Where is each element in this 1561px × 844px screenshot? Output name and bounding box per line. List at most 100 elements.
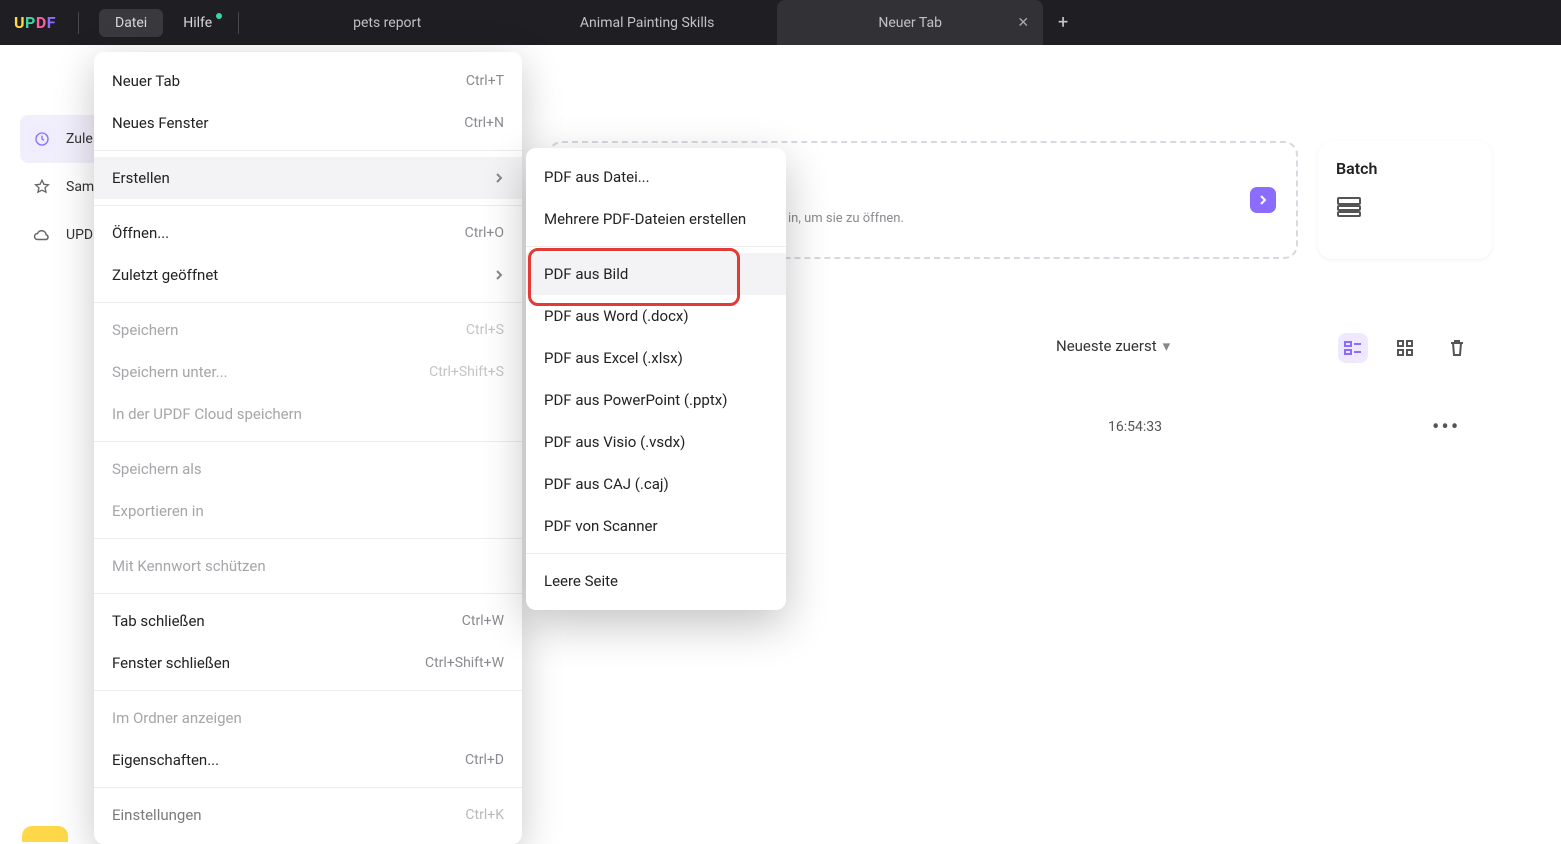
submenu-item-blank[interactable]: Leere Seite	[526, 560, 786, 602]
menu-shortcut: Ctrl+W	[462, 613, 504, 629]
tab-pets-report[interactable]: pets report	[257, 0, 517, 45]
submenu-item-from-file[interactable]: PDF aus Datei...	[526, 156, 786, 198]
menu-item-save-as: Speichern unter... Ctrl+Shift+S	[94, 351, 522, 393]
menu-item-save-cloud: In der UPDF Cloud speichern	[94, 393, 522, 435]
submenu-item-from-caj[interactable]: PDF aus CAJ (.caj)	[526, 463, 786, 505]
plus-icon: +	[1058, 12, 1068, 33]
menu-item-close-window[interactable]: Fenster schließen Ctrl+Shift+W	[94, 642, 522, 684]
menu-item-label: Einstellungen	[112, 806, 202, 824]
delete-button[interactable]	[1442, 333, 1472, 363]
open-file-arrow-button[interactable]	[1250, 187, 1276, 213]
more-icon: •••	[1432, 415, 1460, 440]
menu-separator	[94, 593, 522, 594]
file-menu: Neuer Tab Ctrl+T Neues Fenster Ctrl+N Er…	[94, 52, 522, 844]
menu-separator	[94, 787, 522, 788]
menu-item-export: Exportieren in	[94, 490, 522, 532]
menu-item-reveal: Im Ordner anzeigen	[94, 697, 522, 739]
menu-separator	[526, 246, 786, 247]
tab-label: Neuer Tab	[878, 15, 942, 31]
create-submenu: PDF aus Datei... Mehrere PDF-Dateien ers…	[526, 148, 786, 610]
sort-label: Neueste zuerst	[1056, 337, 1157, 355]
submenu-item-from-ppt[interactable]: PDF aus PowerPoint (.pptx)	[526, 379, 786, 421]
submenu-item-multi[interactable]: Mehrere PDF-Dateien erstellen	[526, 198, 786, 240]
tab-strip: pets report Animal Painting Skills Neuer…	[257, 0, 1083, 45]
menu-item-label: Zuletzt geöffnet	[112, 266, 218, 284]
chevron-down-icon: ▾	[1163, 337, 1171, 355]
menu-item-open[interactable]: Öffnen... Ctrl+O	[94, 212, 522, 254]
stack-icon	[1336, 196, 1362, 218]
menu-item-label: Neuer Tab	[112, 72, 180, 90]
menu-item-label: Exportieren in	[112, 502, 204, 520]
menu-item-new-window[interactable]: Neues Fenster Ctrl+N	[94, 102, 522, 144]
top-menu: Datei Hilfe	[97, 9, 230, 37]
menu-separator	[94, 205, 522, 206]
menu-item-label: Speichern unter...	[112, 363, 228, 381]
menu-file[interactable]: Datei	[99, 9, 163, 37]
notification-dot-icon	[216, 13, 222, 19]
close-icon[interactable]: ✕	[1017, 15, 1029, 31]
menu-separator	[526, 553, 786, 554]
menu-item-label: Öffnen...	[112, 224, 169, 242]
separator	[78, 12, 79, 34]
menu-item-save-as2: Speichern als	[94, 448, 522, 490]
menu-item-label: Neues Fenster	[112, 114, 208, 132]
menu-separator	[94, 690, 522, 691]
tab-animal-painting[interactable]: Animal Painting Skills	[517, 0, 777, 45]
menu-help[interactable]: Hilfe	[167, 9, 228, 37]
submenu-item-from-visio[interactable]: PDF aus Visio (.vsdx)	[526, 421, 786, 463]
submenu-item-from-image[interactable]: PDF aus Bild	[526, 253, 786, 295]
menu-item-password: Mit Kennwort schützen	[94, 545, 522, 587]
promo-badge[interactable]	[22, 826, 68, 842]
menu-item-properties[interactable]: Eigenschaften... Ctrl+D	[94, 739, 522, 781]
menu-item-new-tab[interactable]: Neuer Tab Ctrl+T	[94, 60, 522, 102]
batch-card[interactable]: Batch	[1318, 141, 1492, 259]
menu-shortcut: Ctrl+D	[465, 752, 504, 768]
chevron-right-icon	[1258, 195, 1268, 205]
chevron-right-icon	[494, 269, 504, 281]
tab-new[interactable]: Neuer Tab ✕	[777, 0, 1043, 45]
separator	[238, 12, 239, 34]
menu-item-label: Erstellen	[112, 169, 170, 187]
menu-shortcut: Ctrl+Shift+W	[425, 655, 504, 671]
menu-separator	[94, 538, 522, 539]
app-logo: UPDF	[0, 13, 70, 32]
menu-item-label: In der UPDF Cloud speichern	[112, 405, 302, 423]
menu-shortcut: Ctrl+S	[466, 322, 504, 338]
menu-item-label: Speichern	[112, 321, 178, 339]
file-more-button[interactable]: •••	[1432, 415, 1460, 440]
menu-item-label: Eigenschaften...	[112, 751, 219, 769]
batch-title: Batch	[1336, 159, 1474, 178]
tab-label: Animal Painting Skills	[580, 15, 714, 31]
menu-separator	[94, 302, 522, 303]
chevron-right-icon	[494, 172, 504, 184]
menu-item-label: Tab schließen	[112, 612, 205, 630]
clock-icon	[28, 125, 56, 153]
submenu-item-from-excel[interactable]: PDF aus Excel (.xlsx)	[526, 337, 786, 379]
cloud-icon	[28, 221, 56, 249]
menu-item-label: Fenster schließen	[112, 654, 230, 672]
sort-dropdown[interactable]: Neueste zuerst ▾	[1056, 337, 1170, 355]
star-icon	[28, 173, 56, 201]
file-timestamp: 16:54:33	[1108, 419, 1162, 435]
view-list-button[interactable]	[1338, 333, 1368, 363]
sidebar-item-label: UPD	[66, 227, 93, 243]
menu-item-close-tab[interactable]: Tab schließen Ctrl+W	[94, 600, 522, 642]
open-file-hint: in, um sie zu öffnen.	[788, 211, 904, 226]
sidebar-item-label: Sam	[66, 179, 94, 195]
menu-shortcut: Ctrl+Shift+S	[429, 364, 504, 380]
menu-item-settings[interactable]: Einstellungen Ctrl+K	[94, 794, 522, 836]
new-tab-button[interactable]: +	[1043, 0, 1083, 45]
submenu-item-from-word[interactable]: PDF aus Word (.docx)	[526, 295, 786, 337]
view-grid-button[interactable]	[1390, 333, 1420, 363]
submenu-item-from-scanner[interactable]: PDF von Scanner	[526, 505, 786, 547]
menu-shortcut: Ctrl+T	[466, 73, 504, 89]
menu-item-recent[interactable]: Zuletzt geöffnet	[94, 254, 522, 296]
menu-item-label: Speichern als	[112, 460, 202, 478]
menu-separator	[94, 150, 522, 151]
title-bar: UPDF Datei Hilfe pets report Animal Pain…	[0, 0, 1561, 45]
menu-help-label: Hilfe	[183, 15, 212, 31]
menu-item-label: Mit Kennwort schützen	[112, 557, 266, 575]
menu-item-label: Im Ordner anzeigen	[112, 709, 242, 727]
menu-item-create[interactable]: Erstellen	[94, 157, 522, 199]
tab-label: pets report	[353, 15, 421, 31]
